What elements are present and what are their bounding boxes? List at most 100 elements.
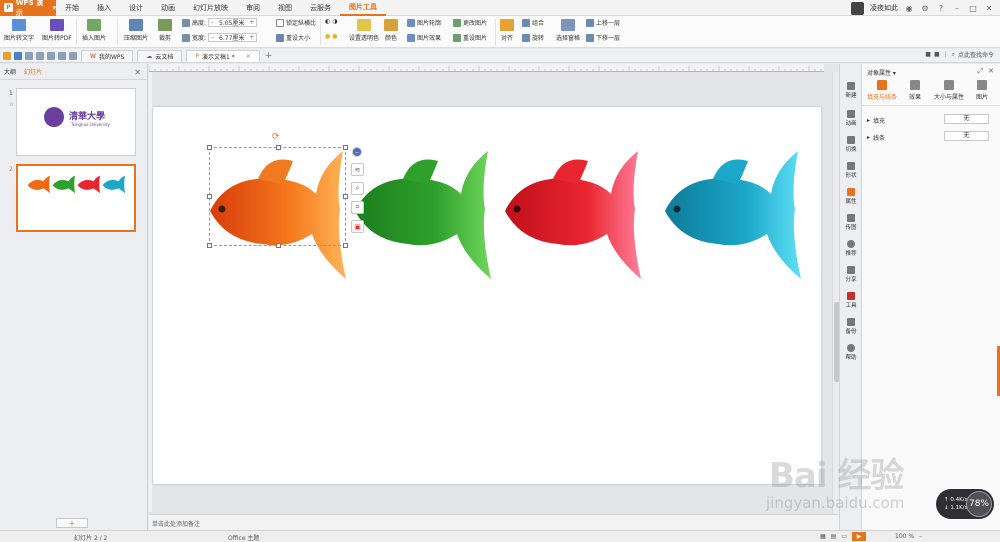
undo-icon[interactable] xyxy=(58,51,66,60)
lock-ratio-checkbox[interactable]: 锁定纵横比 xyxy=(276,18,316,27)
new-tab-icon[interactable]: + xyxy=(265,51,273,61)
tab-slides[interactable]: 幻灯片 xyxy=(24,67,42,76)
group-button[interactable]: 组合 xyxy=(522,18,544,27)
close-icon[interactable]: ✕ xyxy=(134,68,141,77)
increase-icon[interactable]: + xyxy=(247,19,256,26)
zoom-out-icon[interactable]: – xyxy=(919,533,922,540)
preview-icon[interactable] xyxy=(47,51,55,60)
sun-up-icon[interactable]: ● xyxy=(325,33,330,40)
set-transparent-button[interactable]: 设置透明色 xyxy=(349,19,379,42)
decrease-icon[interactable]: – xyxy=(209,19,216,26)
checkbox-icon[interactable] xyxy=(276,18,284,27)
crop-icon[interactable]: ⌗ xyxy=(351,201,364,214)
reset-size-button[interactable]: 重设大小 xyxy=(276,33,310,42)
sun-down-icon[interactable]: ● xyxy=(332,33,337,40)
zoom-level[interactable]: 100 % xyxy=(895,533,914,540)
tab-fill-line[interactable]: 填充与线条 xyxy=(867,80,897,101)
skin-icon[interactable]: ◉ xyxy=(904,4,914,13)
selection-pane-button[interactable]: 选择窗格 xyxy=(556,19,580,42)
tab-picture[interactable]: 图片 xyxy=(976,80,988,101)
settings-icon[interactable]: ⚙ xyxy=(920,4,930,13)
brightness-buttons[interactable]: ● ● xyxy=(325,33,338,40)
sidebar-item-tools[interactable]: 工具 xyxy=(840,292,862,309)
crop-button[interactable]: 裁剪 xyxy=(158,19,172,42)
close-icon[interactable]: ✕ xyxy=(984,4,994,13)
reading-view-icon[interactable]: ▭ xyxy=(841,533,847,540)
sidebar-item-transition[interactable]: 切换 xyxy=(840,136,862,153)
sidebar-item-recommend[interactable]: 推荐 xyxy=(840,240,862,257)
resize-handle[interactable] xyxy=(276,145,281,150)
tab-design[interactable]: 设计 xyxy=(120,0,152,16)
command-search[interactable]: ■ ■ ⋮ ⌕ 点此查找命令 xyxy=(925,50,994,60)
bring-forward-button[interactable]: 上移一层 xyxy=(586,18,620,27)
redo-icon[interactable] xyxy=(69,51,77,60)
rotate-handle-icon[interactable]: ⟳ xyxy=(272,132,280,142)
line-section[interactable]: ▸ 线条 xyxy=(867,133,885,142)
height-stepper[interactable]: – 5.05厘米 + xyxy=(208,18,258,27)
resize-handle[interactable] xyxy=(207,243,212,248)
expand-arrow-icon[interactable]: ▸ xyxy=(867,117,870,124)
panel-title[interactable]: 对象属性 ▾ xyxy=(867,68,896,77)
sidebar-item-properties[interactable]: 属性 xyxy=(840,188,862,205)
print-icon[interactable] xyxy=(36,51,44,60)
open-icon[interactable] xyxy=(3,51,11,60)
more-icon[interactable]: ⋮ xyxy=(943,51,949,58)
send-backward-button[interactable]: 下移一层 xyxy=(586,33,620,42)
network-speed-widget[interactable]: ↑ 0.4K/s ↓ 1.1K/s 78% xyxy=(936,489,994,519)
align-button[interactable]: 对齐 xyxy=(500,19,514,42)
avatar[interactable] xyxy=(851,1,864,15)
expand-arrow-icon[interactable]: ▸ xyxy=(867,134,870,141)
change-img-button[interactable]: 更改图片 xyxy=(453,18,487,27)
slide-thumbnail-1[interactable]: 清華大學 Tsinghua University xyxy=(16,88,136,156)
insert-image-button[interactable]: 插入图片 xyxy=(82,19,106,42)
expand-icon[interactable]: ⤢ xyxy=(978,67,984,76)
tab-view[interactable]: 视图 xyxy=(269,0,301,16)
add-slide-button[interactable]: + xyxy=(56,518,88,528)
tab-home[interactable]: 开始 xyxy=(56,0,88,16)
resize-handle[interactable] xyxy=(207,145,212,150)
play-slideshow-button[interactable]: ▶ xyxy=(852,532,867,541)
notes-field[interactable]: 单击此处添加备注 xyxy=(149,514,839,530)
pin-icon[interactable]: ■ xyxy=(925,51,931,58)
img-outline-button[interactable]: 图片轮廓 xyxy=(407,18,441,27)
increase-icon[interactable]: + xyxy=(247,34,256,41)
contrast-icon[interactable]: ◐ xyxy=(325,18,330,25)
line-value[interactable]: 无 xyxy=(944,131,989,141)
sidebar-item-backup[interactable]: 备份 xyxy=(840,318,862,335)
close-tab-icon[interactable]: ✕ xyxy=(246,53,251,60)
layers-icon[interactable]: ≋ xyxy=(351,163,364,176)
resize-handle[interactable] xyxy=(343,243,348,248)
sidebar-item-new[interactable]: 新建 xyxy=(840,82,862,99)
img-effect-button[interactable]: 图片效果 xyxy=(407,33,441,42)
resize-handle[interactable] xyxy=(207,194,212,199)
tab-my-wps[interactable]: W 我的WPS xyxy=(81,49,134,62)
tab-effects[interactable]: 效果 xyxy=(909,80,921,101)
sidebar-item-animation[interactable]: 动画 xyxy=(840,110,862,127)
resize-handle[interactable] xyxy=(276,243,281,248)
export-icon[interactable] xyxy=(25,51,33,60)
save-icon[interactable] xyxy=(14,51,22,60)
normal-view-icon[interactable]: ▦ xyxy=(820,533,826,540)
minus-icon[interactable]: – xyxy=(352,147,362,157)
sidebar-item-shape[interactable]: 形状 xyxy=(840,162,862,179)
tab-review[interactable]: 审阅 xyxy=(237,0,269,16)
resize-handle[interactable] xyxy=(343,194,348,199)
compress-image-button[interactable]: 压缩图片 xyxy=(124,19,148,42)
img-to-pdf-button[interactable]: 图片转PDF xyxy=(42,19,72,42)
close-icon[interactable]: ✕ xyxy=(988,67,994,76)
app-menu-button[interactable]: P WPS 演示 ▾ xyxy=(0,0,56,17)
tab-presentation1[interactable]: P 演示文稿1 * ✕ xyxy=(186,49,260,62)
sidebar-item-upload-image[interactable]: 传图 xyxy=(840,214,862,231)
theme-name[interactable]: Office 主题 xyxy=(228,533,259,542)
user-name[interactable]: 凌夜如此 xyxy=(870,3,898,13)
sorter-view-icon[interactable]: ▤ xyxy=(831,533,837,540)
tab-cloud[interactable]: 云服务 xyxy=(301,0,340,16)
fill-section[interactable]: ▸ 填充 xyxy=(867,116,885,125)
maximize-icon[interactable]: □ xyxy=(968,4,978,13)
tab-cloud-docs[interactable]: ☁ 云文档 xyxy=(137,49,183,62)
color-button[interactable]: 颜色 xyxy=(384,19,398,42)
user-icon[interactable]: ■ xyxy=(934,51,940,58)
tab-outline[interactable]: 大纲 xyxy=(4,67,16,76)
sidebar-item-share[interactable]: 分享 xyxy=(840,266,862,283)
fill-value[interactable]: 无 xyxy=(944,114,989,124)
